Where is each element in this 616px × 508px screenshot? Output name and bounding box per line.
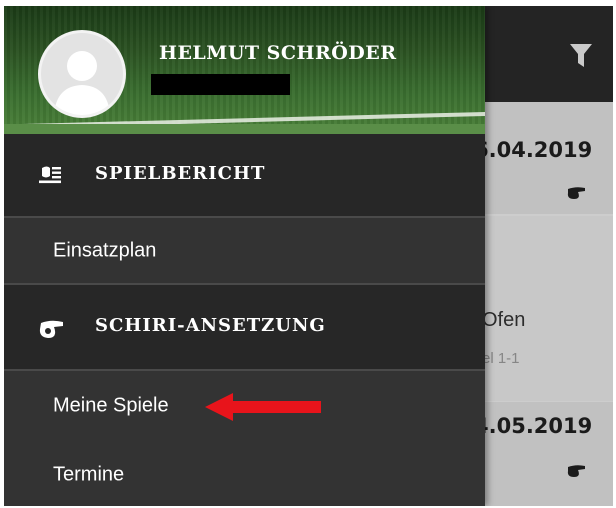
navigation-drawer: HELMUT SCHRÖDER SPIELBERICHT Einsatzplan — [4, 6, 485, 506]
menu-item-label: Einsatzplan — [53, 239, 157, 262]
whistle-icon — [39, 320, 63, 338]
redaction-bar — [151, 74, 290, 95]
report-list-icon — [39, 166, 61, 184]
section-schiri-ansetzung[interactable]: SCHIRI-ANSETZUNG — [4, 285, 485, 369]
menu-item-label: Meine Spiele — [53, 394, 169, 417]
menu-item-label: Termine — [53, 463, 125, 486]
app-frame: 6.04.2019 Ofen el 1-1 4.05.2019 HELMUT S… — [4, 6, 613, 506]
section-label: SPIELBERICHT — [95, 163, 266, 184]
menu-item-einsatzplan[interactable]: Einsatzplan — [4, 218, 485, 284]
drawer-header: HELMUT SCHRÖDER — [4, 6, 485, 134]
drawer-scrim[interactable] — [485, 6, 613, 506]
divider — [4, 369, 485, 371]
menu-item-termine[interactable]: Termine — [4, 442, 485, 506]
avatar[interactable] — [38, 30, 126, 118]
user-name: HELMUT SCHRÖDER — [159, 42, 397, 64]
red-arrow-annotation — [205, 393, 321, 421]
section-label: SCHIRI-ANSETZUNG — [95, 315, 326, 336]
section-spielbericht[interactable]: SPIELBERICHT — [4, 134, 485, 216]
person-silhouette-icon — [54, 51, 110, 115]
grass-strip — [4, 124, 485, 134]
